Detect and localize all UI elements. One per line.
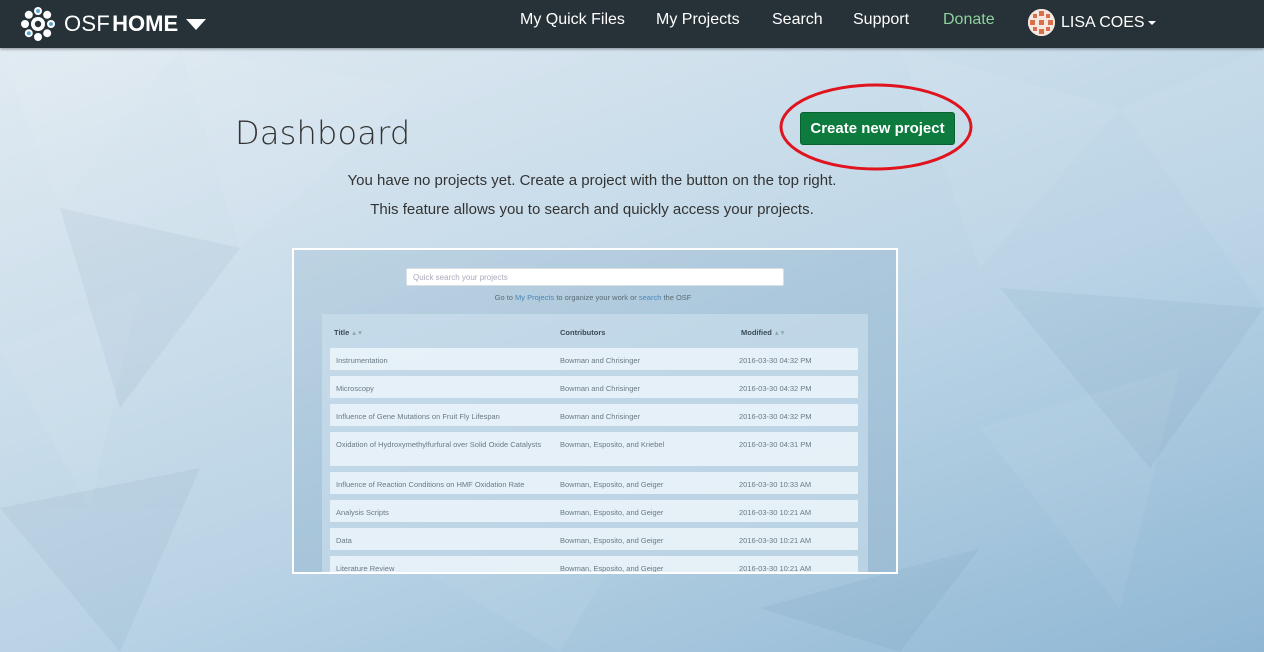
- empty-state-message: You have no projects yet. Create a proje…: [347, 172, 837, 189]
- preview-header-modified: Modified ▴ ▾: [741, 328, 785, 337]
- brand-osf-text: OSF: [64, 11, 111, 36]
- nav-search[interactable]: Search: [772, 11, 823, 29]
- table-row: Instrumentation Bowman and Chrisinger 2016…: [330, 348, 858, 370]
- brand-menu[interactable]: OSF HOME: [20, 6, 207, 42]
- caret-down-icon: [186, 18, 207, 30]
- caret-down-icon: [1147, 20, 1156, 25]
- table-row: Influence of Reaction Conditions on HMF …: [330, 472, 858, 494]
- table-row: Data Bowman, Esposito, and Geiger 2016-03-…: [330, 528, 858, 550]
- avatar: [1028, 9, 1055, 36]
- create-new-project-button[interactable]: Create new project: [800, 112, 955, 145]
- dashboard-preview-image: Quick search your projects Go to My Proj…: [292, 248, 898, 574]
- nav-support[interactable]: Support: [853, 11, 909, 29]
- user-name: LISA COES: [1061, 13, 1145, 31]
- page-title: Dashboard: [235, 114, 411, 152]
- preview-header-contributors: Contributors: [560, 328, 606, 337]
- preview-header-title: Title ▴ ▾: [334, 328, 362, 337]
- nav-my-quick-files[interactable]: My Quick Files: [520, 11, 625, 29]
- table-row: Microscopy Bowman and Chrisinger 2016-03-3…: [330, 376, 858, 398]
- table-row: Oxidation of Hydroxymethylfurfural over …: [330, 432, 858, 466]
- preview-project-table: Title ▴ ▾ Contributors Modified ▴ ▾ Instru…: [322, 314, 868, 572]
- preview-goto-text: Go to My Projects to organize your work …: [494, 293, 692, 302]
- table-row: Influence of Gene Mutations on Fruit Fly…: [330, 404, 858, 426]
- table-row: Analysis Scripts Bowman, Esposito, and Ge…: [330, 500, 858, 522]
- nav-donate[interactable]: Donate: [943, 11, 995, 29]
- table-row: Literature Review Bowman, Esposito, and G…: [330, 556, 858, 572]
- brand-home-text: HOME: [112, 11, 179, 36]
- feature-description: This feature allows you to search and qu…: [370, 201, 814, 218]
- avatar-pattern-icon: [1028, 9, 1055, 36]
- osf-logo-icon: [21, 7, 55, 41]
- top-navbar: OSF HOME My Quick Files My Projects Sear…: [0, 0, 1264, 48]
- nav-my-projects[interactable]: My Projects: [656, 11, 740, 29]
- user-menu[interactable]: LISA COES: [1028, 9, 1156, 36]
- preview-search-input: Quick search your projects: [406, 268, 784, 286]
